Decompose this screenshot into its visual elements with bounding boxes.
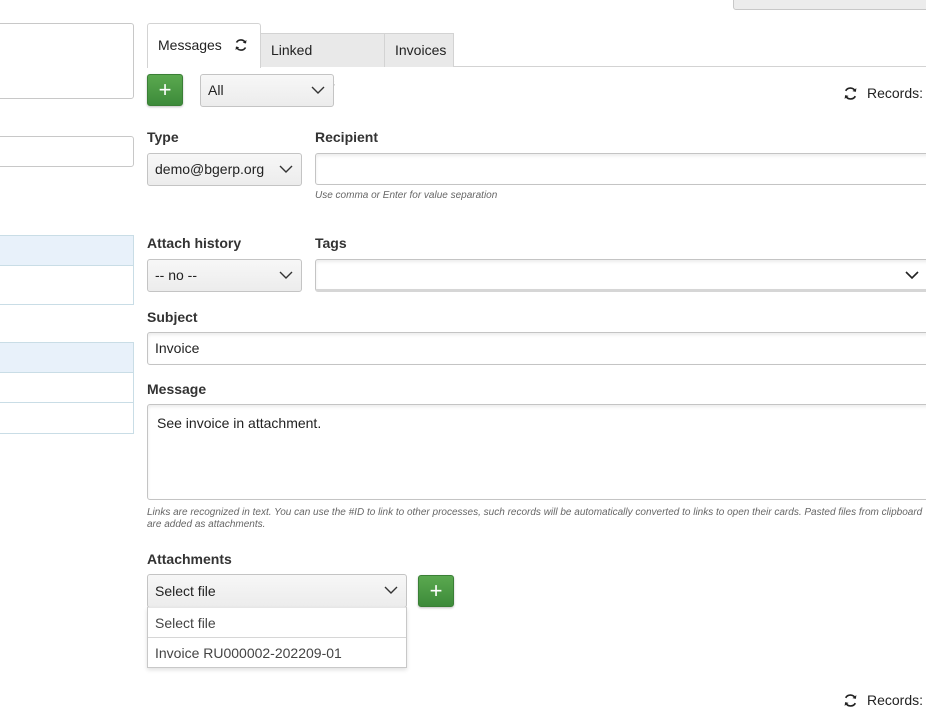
tab-invoices[interactable]: Invoices	[384, 33, 454, 67]
left-table-fragment-2	[0, 342, 134, 434]
attach-history-select[interactable]: -- no --	[147, 259, 302, 292]
tab-label: Messages	[158, 37, 222, 53]
message-label: Message	[147, 381, 207, 397]
table-row[interactable]	[0, 403, 133, 433]
chevron-down-icon	[905, 271, 919, 280]
attachment-file-select[interactable]: Select file	[147, 574, 407, 608]
table-row[interactable]	[0, 373, 133, 403]
refresh-icon[interactable]	[234, 26, 248, 68]
message-textarea[interactable]: See invoice in attachment.	[147, 404, 926, 500]
refresh-icon[interactable]	[843, 86, 858, 104]
records-indicator-top: Records: ●	[843, 85, 926, 104]
subject-input[interactable]: Invoice	[147, 332, 926, 365]
tab-messages[interactable]: Messages	[147, 23, 261, 68]
message-hint: Links are recognized in text. You can us…	[147, 507, 923, 530]
top-right-button[interactable]	[733, 0, 926, 10]
add-message-button[interactable]: +	[147, 74, 183, 106]
chevron-down-icon	[384, 586, 398, 594]
chevron-down-icon	[279, 271, 293, 279]
records-label: Records:	[867, 85, 924, 101]
left-input-fragment[interactable]	[0, 136, 134, 167]
subject-label: Subject	[147, 309, 198, 325]
tab-label: Invoices	[395, 42, 447, 58]
tab-bar: Messages Linked processes Invoices	[147, 23, 926, 90]
add-attachment-button[interactable]: +	[418, 575, 454, 607]
table-header	[0, 236, 133, 266]
table-row[interactable]	[0, 266, 133, 304]
left-textarea-fragment[interactable]	[0, 23, 134, 99]
recipient-input[interactable]	[315, 153, 926, 185]
tab-linked-processes[interactable]: Linked processes	[260, 33, 385, 90]
dropdown-option[interactable]: Invoice RU000002-202209-01	[148, 637, 406, 667]
type-value: demo@bgerp.org	[155, 161, 265, 177]
records-indicator-bottom: Records: ●	[843, 692, 926, 711]
chevron-down-icon	[311, 86, 325, 94]
recipient-hint: Use comma or Enter for value separation	[315, 190, 498, 201]
type-select[interactable]: demo@bgerp.org	[147, 153, 302, 186]
left-table-fragment-1	[0, 235, 134, 305]
attachment-dropdown-list: Select file Invoice RU000002-202209-01	[147, 607, 407, 668]
filter-value: All	[208, 82, 224, 98]
tags-select[interactable]	[315, 259, 926, 292]
attachment-file-value: Select file	[155, 583, 216, 599]
recipient-label: Recipient	[315, 129, 379, 145]
type-label: Type	[147, 129, 179, 145]
dropdown-option[interactable]: Select file	[148, 607, 406, 637]
table-header	[0, 343, 133, 373]
attach-history-label: Attach history	[147, 235, 242, 251]
filter-select[interactable]: All	[200, 74, 334, 107]
tags-label: Tags	[315, 235, 347, 251]
attachments-label: Attachments	[147, 551, 232, 567]
chevron-down-icon	[279, 165, 293, 173]
refresh-icon[interactable]	[843, 693, 858, 711]
attach-history-value: -- no --	[155, 267, 197, 283]
